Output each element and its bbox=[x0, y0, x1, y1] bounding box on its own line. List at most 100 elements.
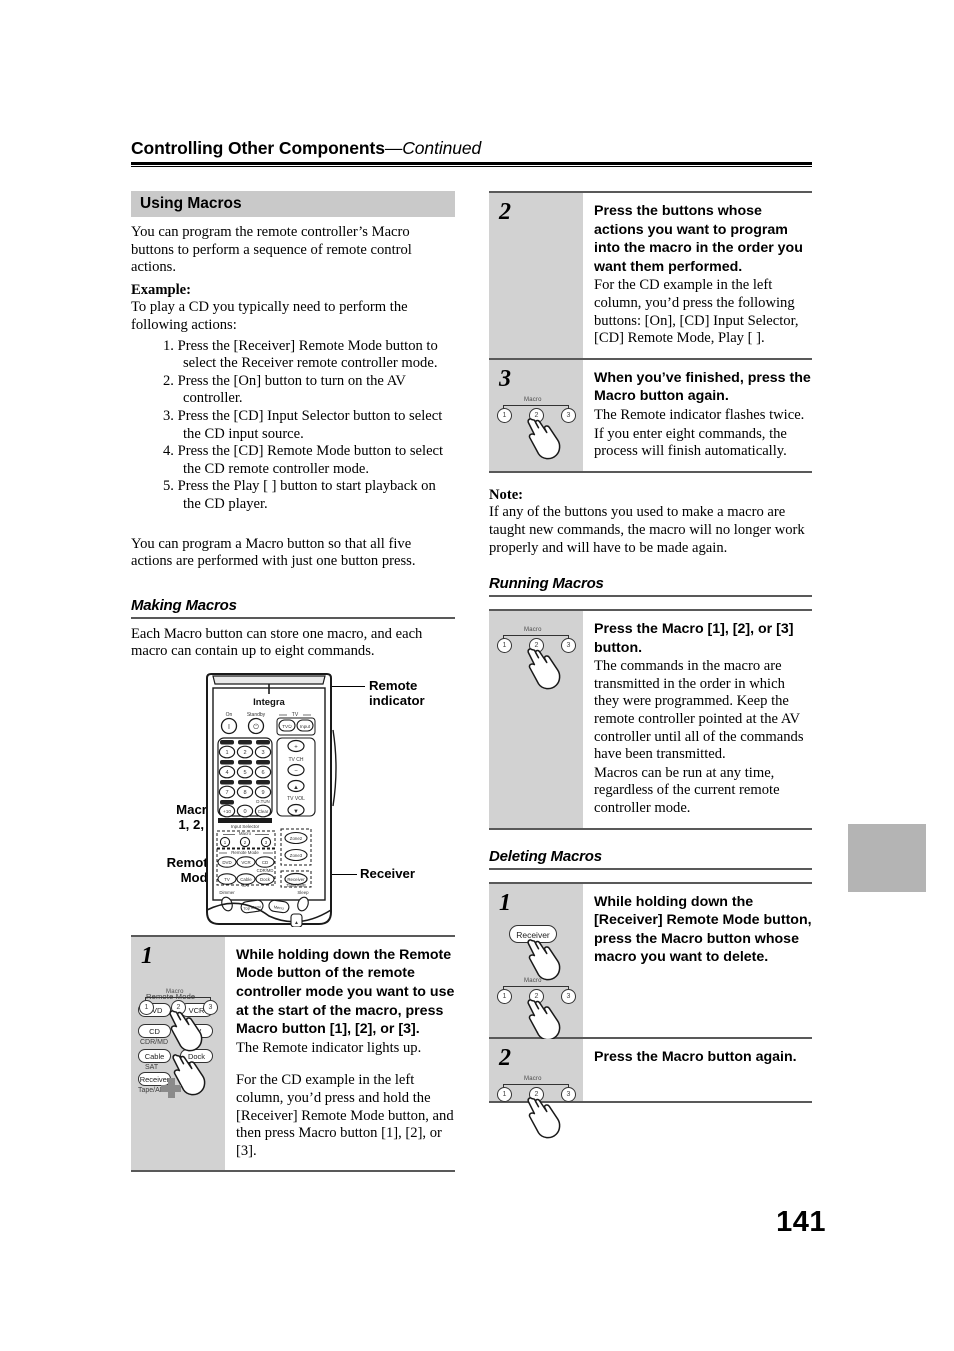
macro-button-1[interactable]: 1 bbox=[139, 999, 154, 1015]
document-page: Controlling Other Components—Continued U… bbox=[0, 0, 954, 1351]
closing-paragraph: You can program a Macro button so that a… bbox=[131, 535, 416, 570]
step-title: Press the buttons whose actions you want… bbox=[594, 203, 803, 275]
macro-label: Macro bbox=[524, 977, 542, 984]
step-graphic-panel: 1 Receiver Macro 1 2 3 bbox=[489, 883, 583, 1040]
step-graphic-panel: 2 bbox=[489, 193, 583, 358]
macro-button-1[interactable]: 1 bbox=[497, 988, 512, 1004]
svg-text:+: + bbox=[294, 744, 298, 750]
example-step-list: 1. Press the [Receiver] Remote Mode butt… bbox=[131, 338, 455, 514]
note-body: If any of the buttons you used to make a… bbox=[489, 504, 805, 556]
macro-row-graphic: Macro 1 2 3 bbox=[495, 1076, 577, 1138]
page-title-continued: —Continued bbox=[384, 138, 482, 158]
pointing-hand-icon bbox=[523, 935, 565, 983]
macro-bracket bbox=[503, 635, 569, 637]
macro-button-1[interactable]: 1 bbox=[497, 407, 512, 423]
macro-row-graphic: Macro 1 2 3 bbox=[495, 977, 577, 1040]
svg-text:9: 9 bbox=[261, 790, 264, 796]
svg-text:I: I bbox=[228, 724, 230, 731]
left-column: Using Macros You can program the remote … bbox=[131, 191, 455, 1173]
running-macros-step: Macro 1 2 3 Press the Macro [1], [2], or… bbox=[489, 609, 812, 830]
svg-text:5: 5 bbox=[243, 770, 246, 776]
subheading-making-macros: Making Macros bbox=[131, 596, 237, 614]
svg-text:Dock: Dock bbox=[260, 877, 271, 882]
right-column: 2 Press the buttons whose actions you wa… bbox=[489, 191, 812, 1138]
svg-text:+10: +10 bbox=[223, 809, 231, 815]
receiver-button-graphic: Receiver Macro 1 2 3 bbox=[493, 919, 581, 1040]
macro-button-1[interactable]: 1 bbox=[497, 1086, 512, 1102]
svg-text:Tape/AMP: Tape/AMP bbox=[286, 883, 306, 888]
example-label: Example: bbox=[131, 281, 191, 298]
page-title-main: Controlling Other Components bbox=[131, 138, 385, 158]
macro-label: Macro bbox=[166, 988, 184, 995]
sat-label: SAT bbox=[145, 1063, 159, 1071]
making-macros-step-1: 1 Remote Mode DVD VCR CD TV CDR/MD Cable… bbox=[131, 934, 455, 1173]
callout-remote-indicator: Remote indicator bbox=[369, 677, 425, 709]
svg-text:DVD: DVD bbox=[222, 860, 231, 865]
macro-bracket bbox=[503, 404, 569, 406]
step-number: 2 bbox=[499, 1044, 511, 1071]
step-title: While holding down the [Receiver] Remote… bbox=[594, 893, 812, 966]
step-title: While holding down the Remote Mode butto… bbox=[236, 946, 455, 1038]
svg-text:TV: TV bbox=[224, 877, 230, 882]
step-body-2: If you enter eight commands, the process… bbox=[594, 425, 787, 460]
svg-text:Receiver: Receiver bbox=[287, 877, 305, 882]
step-text-panel: Press the Macro button again. bbox=[583, 1039, 812, 1101]
svg-text:−: − bbox=[294, 768, 298, 774]
svg-text:TV: TV bbox=[292, 712, 299, 718]
svg-text:CDR/MD: CDR/MD bbox=[257, 868, 274, 873]
svg-text:Clear: Clear bbox=[258, 809, 269, 814]
page-title: Controlling Other Components—Continued bbox=[131, 138, 812, 159]
svg-text:Macro: Macro bbox=[239, 831, 252, 836]
remote-controller-figure: Remote indicator Macro 1, 2, 3 Remote Mo… bbox=[131, 672, 455, 927]
step-body-1: The Remote indicator flashes twice. bbox=[594, 406, 805, 423]
step-text-panel: Press the Macro [1], [2], or [3] button.… bbox=[583, 611, 812, 828]
pointing-hand-icon bbox=[523, 644, 565, 692]
deleting-macros-step-2: 2 Macro 1 2 3 Press the Macro button aga… bbox=[489, 1036, 812, 1138]
svg-text:⏻: ⏻ bbox=[253, 723, 259, 731]
deleting-macros-step-1: 1 Receiver Macro 1 2 3 While holding dow… bbox=[489, 881, 812, 1040]
subheading-deleting-macros: Deleting Macros bbox=[489, 847, 602, 865]
svg-text:CD: CD bbox=[262, 860, 268, 865]
step-text-panel: Press the buttons whose actions you want… bbox=[583, 193, 812, 358]
step-graphic-panel: 3 Macro 1 2 3 bbox=[489, 359, 583, 471]
callout-receiver: Receiver bbox=[360, 865, 415, 881]
svg-text:6: 6 bbox=[261, 770, 264, 776]
step-title: Press the Macro [1], [2], or [3] button. bbox=[594, 621, 794, 656]
pointing-hand-icon bbox=[523, 1093, 565, 1141]
svg-text:Integra: Integra bbox=[253, 697, 285, 708]
pointing-hand-icon bbox=[165, 1006, 207, 1054]
macro-label: Macro bbox=[524, 396, 542, 403]
svg-text:TV CH: TV CH bbox=[289, 757, 304, 763]
svg-text:Input Selector: Input Selector bbox=[231, 824, 260, 829]
svg-text:7: 7 bbox=[225, 790, 228, 796]
svg-text:On: On bbox=[226, 712, 233, 718]
example-intro: To play a CD you typically need to perfo… bbox=[131, 299, 408, 333]
macro-button-1[interactable]: 1 bbox=[497, 638, 512, 654]
svg-text:▼: ▼ bbox=[293, 809, 299, 815]
step-body-1: The commands in the macro are transmitte… bbox=[594, 658, 804, 763]
svg-text:▲: ▲ bbox=[294, 920, 299, 926]
svg-text:Zone2: Zone2 bbox=[290, 836, 303, 841]
svg-text:Zone3: Zone3 bbox=[290, 853, 303, 858]
macro-row-graphic: Macro 1 2 3 bbox=[137, 988, 219, 1052]
svg-text:8: 8 bbox=[243, 790, 246, 796]
page-number: 141 bbox=[776, 1206, 826, 1238]
svg-text:0: 0 bbox=[243, 809, 246, 815]
step-number: 1 bbox=[141, 942, 153, 969]
making-macros-step-3: 3 Macro 1 2 3 When you’ve finished, pres… bbox=[489, 357, 812, 473]
svg-text:TV VOL: TV VOL bbox=[287, 796, 305, 802]
list-item: 1. Press the [Receiver] Remote Mode butt… bbox=[163, 337, 438, 372]
macro-bracket bbox=[503, 1083, 569, 1085]
svg-text:VCR: VCR bbox=[241, 860, 250, 865]
svg-text:▲: ▲ bbox=[293, 785, 299, 791]
step-number: 1 bbox=[499, 889, 511, 916]
step-body-2: Macros can be run at any time, regardles… bbox=[594, 764, 780, 817]
making-macros-step-2: 2 Press the buttons whose actions you wa… bbox=[489, 191, 812, 358]
svg-text:2: 2 bbox=[243, 750, 246, 756]
subheading-running-macros: Running Macros bbox=[489, 575, 604, 593]
cdr-md-label: CDR/MD bbox=[140, 1038, 168, 1046]
list-item: 2. Press the [On] button to turn on the … bbox=[163, 372, 406, 407]
remote-mode-keypad-graphic: Remote Mode DVD VCR CD TV CDR/MD Cable D… bbox=[135, 988, 223, 1120]
step-graphic-panel: 1 Remote Mode DVD VCR CD TV CDR/MD Cable… bbox=[131, 936, 225, 1171]
plus-sign-icon bbox=[161, 1077, 181, 1098]
